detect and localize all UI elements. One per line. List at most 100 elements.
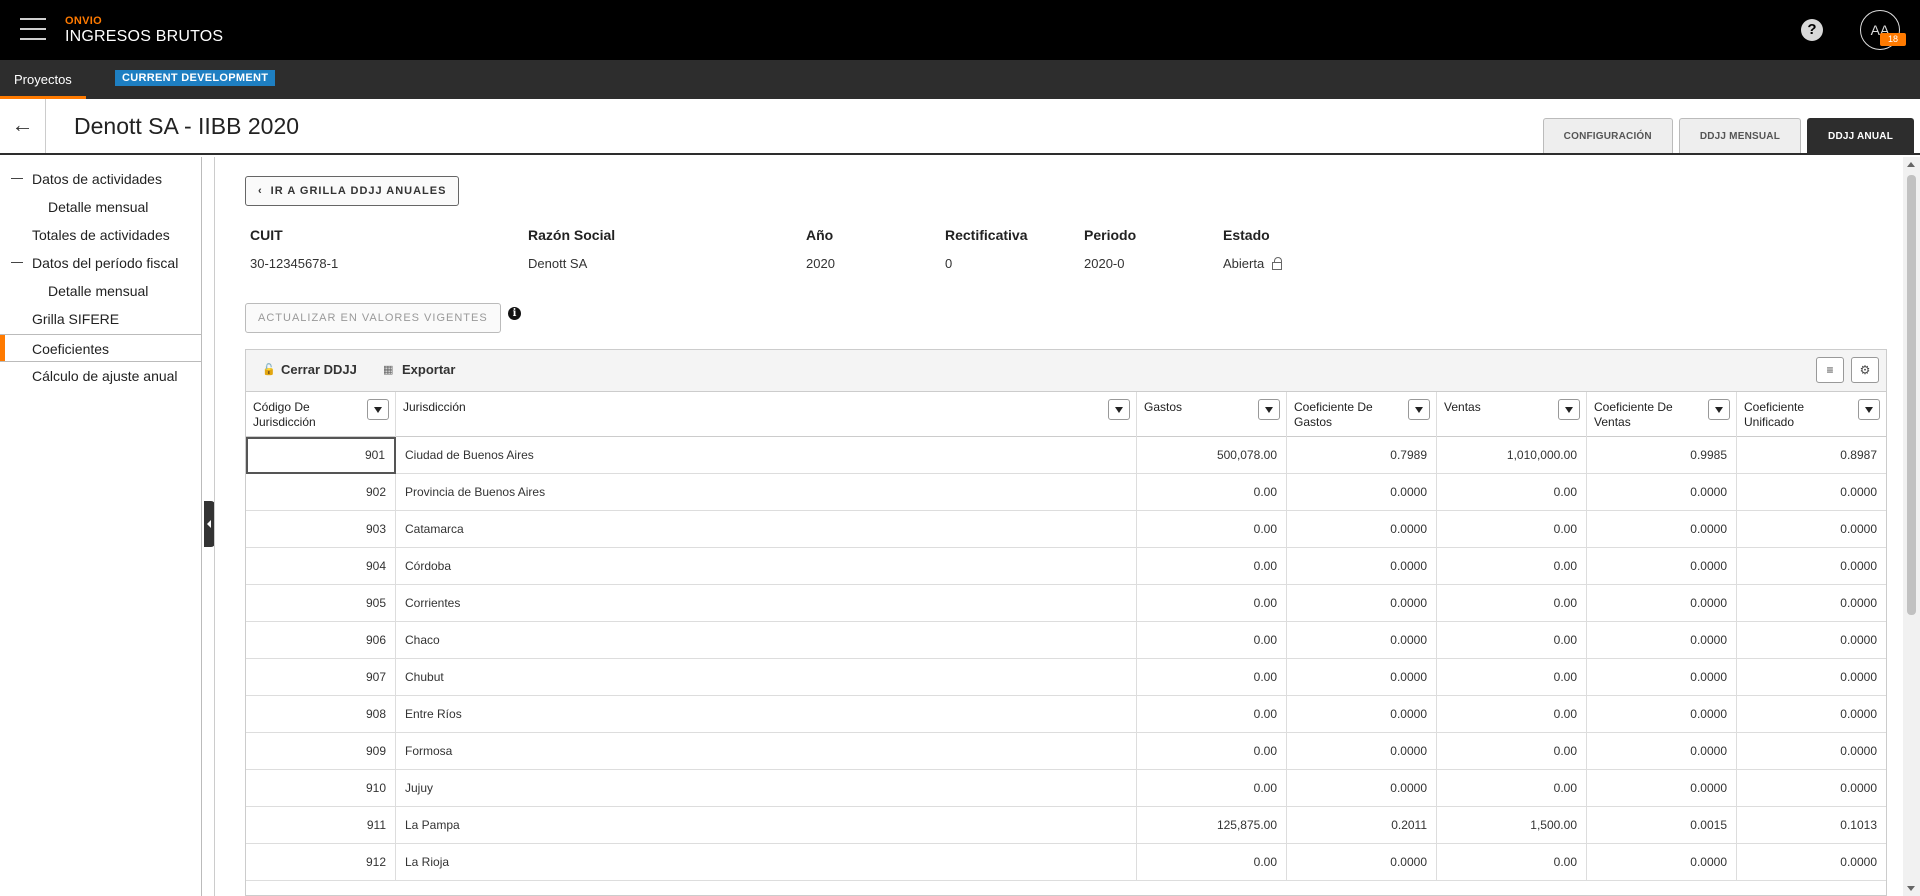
cell-gastos[interactable]: 0.00	[1137, 474, 1287, 511]
cell-ventas[interactable]: 1,010,000.00	[1437, 437, 1587, 474]
table-row[interactable]: 903 Catamarca 0.00 0.0000 0.00 0.0000 0.0000	[246, 511, 1886, 548]
cell-ventas[interactable]: 1,500.00	[1437, 807, 1587, 844]
cell-coef-gastos[interactable]: 0.0000	[1287, 844, 1437, 881]
back-to-grid-button[interactable]: ‹ IR A GRILLA DDJJ ANUALES	[245, 176, 460, 206]
cell-coef-ventas[interactable]: 0.0000	[1587, 474, 1737, 511]
cell-coef-gastos[interactable]: 0.0000	[1287, 770, 1437, 807]
table-row[interactable]: 908 Entre Ríos 0.00 0.0000 0.00 0.0000 0.0000	[246, 696, 1886, 733]
page-scrollbar[interactable]	[1903, 157, 1920, 896]
cell-jurisdiccion[interactable]: La Rioja	[396, 844, 1137, 881]
table-row[interactable]: 902 Provincia de Buenos Aires 0.00 0.0000 0.…	[246, 474, 1886, 511]
cell-coef-gastos[interactable]: 0.0000	[1287, 511, 1437, 548]
cell-coef-gastos[interactable]: 0.0000	[1287, 659, 1437, 696]
columns-menu-icon[interactable]: ≡	[1816, 357, 1844, 383]
cell-codigo[interactable]: 911	[246, 807, 396, 844]
table-row[interactable]: 909 Formosa 0.00 0.0000 0.00 0.0000 0.0000	[246, 733, 1886, 770]
table-row[interactable]: 910 Jujuy 0.00 0.0000 0.00 0.0000 0.0000	[246, 770, 1886, 807]
sidebar-item-grilla-sifere[interactable]: Grilla SIFERE	[0, 305, 201, 333]
cell-coef-ventas[interactable]: 0.0000	[1587, 548, 1737, 585]
cell-coef-ventas[interactable]: 0.0000	[1587, 696, 1737, 733]
chevron-down-icon[interactable]	[1258, 399, 1280, 420]
cell-coef-unificado[interactable]: 0.0000	[1737, 844, 1886, 881]
cell-coef-gastos[interactable]: 0.0000	[1287, 733, 1437, 770]
cell-coef-ventas[interactable]: 0.0000	[1587, 511, 1737, 548]
back-arrow-icon[interactable]: ←	[0, 99, 46, 153]
table-row[interactable]: 901 Ciudad de Buenos Aires 500,078.00 0.798…	[246, 437, 1886, 474]
sidebar-item-detalle-mensual-actividades[interactable]: Detalle mensual	[0, 193, 201, 221]
cell-coef-gastos[interactable]: 0.0000	[1287, 474, 1437, 511]
cell-coef-unificado[interactable]: 0.1013	[1737, 807, 1886, 844]
sidebar-item-datos-periodo-fiscal[interactable]: Datos del período fiscal	[0, 249, 201, 277]
cell-ventas[interactable]: 0.00	[1437, 844, 1587, 881]
cell-ventas[interactable]: 0.00	[1437, 548, 1587, 585]
cell-codigo[interactable]: 908	[246, 696, 396, 733]
cell-ventas[interactable]: 0.00	[1437, 770, 1587, 807]
tab-proyectos[interactable]: Proyectos	[0, 60, 86, 99]
cell-coef-ventas[interactable]: 0.0000	[1587, 659, 1737, 696]
cell-jurisdiccion[interactable]: Jujuy	[396, 770, 1137, 807]
cell-gastos[interactable]: 0.00	[1137, 696, 1287, 733]
cell-codigo[interactable]: 912	[246, 844, 396, 881]
gear-icon[interactable]: ⚙	[1851, 357, 1879, 383]
cell-coef-unificado[interactable]: 0.0000	[1737, 474, 1886, 511]
chevron-down-icon[interactable]	[1708, 399, 1730, 420]
cell-jurisdiccion[interactable]: La Pampa	[396, 807, 1137, 844]
hamburger-menu-icon[interactable]	[20, 16, 46, 42]
cell-coef-ventas[interactable]: 0.0000	[1587, 622, 1737, 659]
cell-coef-gastos[interactable]: 0.0000	[1287, 548, 1437, 585]
cell-coef-gastos[interactable]: 0.0000	[1287, 585, 1437, 622]
table-row[interactable]: 912 La Rioja 0.00 0.0000 0.00 0.0000 0.0000	[246, 844, 1886, 881]
chevron-down-icon[interactable]	[1408, 399, 1430, 420]
cell-codigo[interactable]: 903	[246, 511, 396, 548]
cell-codigo[interactable]: 907	[246, 659, 396, 696]
cell-gastos[interactable]: 500,078.00	[1137, 437, 1287, 474]
sidebar-item-calculo-ajuste-anual[interactable]: Cálculo de ajuste anual	[0, 362, 201, 390]
update-values-button[interactable]: ACTUALIZAR EN VALORES VIGENTES	[245, 303, 501, 333]
cell-coef-unificado[interactable]: 0.0000	[1737, 622, 1886, 659]
cell-jurisdiccion[interactable]: Provincia de Buenos Aires	[396, 474, 1137, 511]
cell-codigo[interactable]: 909	[246, 733, 396, 770]
info-icon[interactable]: i	[508, 307, 521, 320]
cell-jurisdiccion[interactable]: Ciudad de Buenos Aires	[396, 437, 1137, 474]
cell-ventas[interactable]: 0.00	[1437, 696, 1587, 733]
cell-ventas[interactable]: 0.00	[1437, 659, 1587, 696]
cell-codigo[interactable]: 904	[246, 548, 396, 585]
table-row[interactable]: 906 Chaco 0.00 0.0000 0.00 0.0000 0.0000	[246, 622, 1886, 659]
cell-gastos[interactable]: 0.00	[1137, 585, 1287, 622]
cell-codigo[interactable]: 906	[246, 622, 396, 659]
chevron-down-icon[interactable]	[367, 399, 389, 420]
cell-coef-gastos[interactable]: 0.7989	[1287, 437, 1437, 474]
cell-gastos[interactable]: 0.00	[1137, 622, 1287, 659]
cell-coef-ventas[interactable]: 0.0000	[1587, 585, 1737, 622]
help-icon[interactable]: ?	[1801, 19, 1823, 41]
cell-coef-gastos[interactable]: 0.2011	[1287, 807, 1437, 844]
cell-ventas[interactable]: 0.00	[1437, 511, 1587, 548]
sidebar-item-datos-actividades[interactable]: Datos de actividades	[0, 165, 201, 193]
cell-coef-unificado[interactable]: 0.0000	[1737, 733, 1886, 770]
cell-coef-unificado[interactable]: 0.0000	[1737, 548, 1886, 585]
tab-ddjj-anual[interactable]: DDJJ ANUAL	[1807, 118, 1914, 153]
cell-jurisdiccion[interactable]: Formosa	[396, 733, 1137, 770]
cell-gastos[interactable]: 125,875.00	[1137, 807, 1287, 844]
cell-ventas[interactable]: 0.00	[1437, 585, 1587, 622]
cell-coef-ventas[interactable]: 0.0000	[1587, 844, 1737, 881]
cell-coef-ventas[interactable]: 0.0000	[1587, 733, 1737, 770]
cell-codigo[interactable]: 901	[246, 437, 396, 474]
cell-gastos[interactable]: 0.00	[1137, 548, 1287, 585]
cell-jurisdiccion[interactable]: Chubut	[396, 659, 1137, 696]
export-button[interactable]: ▦ Exportar	[383, 362, 455, 377]
table-row[interactable]: 904 Córdoba 0.00 0.0000 0.00 0.0000 0.0000	[246, 548, 1886, 585]
scroll-down-icon[interactable]	[1907, 886, 1915, 891]
chevron-down-icon[interactable]	[1558, 399, 1580, 420]
cell-coef-gastos[interactable]: 0.0000	[1287, 696, 1437, 733]
sidebar-item-coeficientes[interactable]: Coeficientes	[0, 334, 201, 362]
cell-jurisdiccion[interactable]: Chaco	[396, 622, 1137, 659]
tab-ddjj-mensual[interactable]: DDJJ MENSUAL	[1678, 118, 1802, 153]
table-row[interactable]: 911 La Pampa 125,875.00 0.2011 1,500.00 0.001…	[246, 807, 1886, 844]
cell-coef-unificado[interactable]: 0.0000	[1737, 696, 1886, 733]
cell-coef-ventas[interactable]: 0.0000	[1587, 770, 1737, 807]
cell-codigo[interactable]: 905	[246, 585, 396, 622]
cell-coef-unificado[interactable]: 0.0000	[1737, 659, 1886, 696]
cell-codigo[interactable]: 910	[246, 770, 396, 807]
close-ddjj-button[interactable]: 🔓 Cerrar DDJJ	[262, 362, 357, 377]
